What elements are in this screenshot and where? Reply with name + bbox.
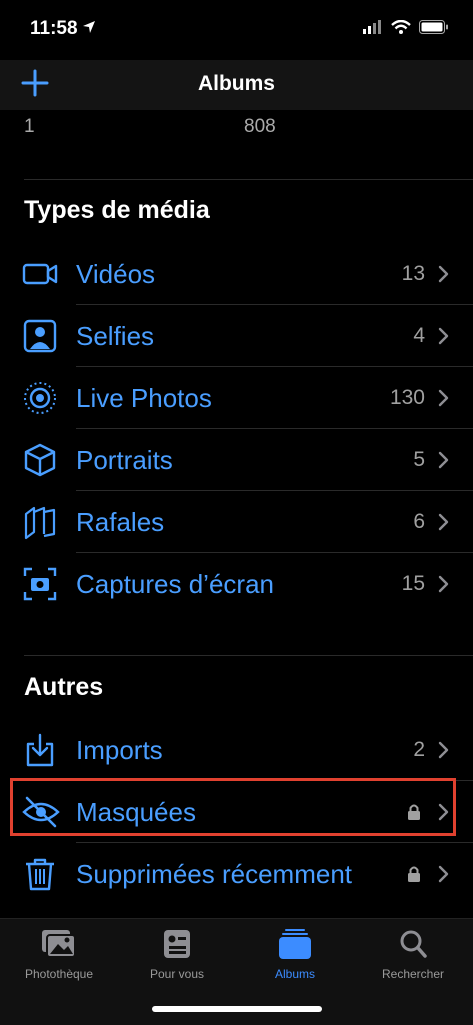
- trash-icon: [22, 856, 58, 892]
- chevron-right-icon: [437, 575, 449, 593]
- list-item-count: 5: [413, 448, 425, 471]
- chevron-right-icon: [437, 865, 449, 883]
- navigation-bar: Albums: [0, 60, 473, 110]
- cube-icon: [22, 442, 58, 478]
- cellular-signal-icon: [363, 20, 383, 39]
- list-item-portraits[interactable]: Portraits 5: [0, 429, 473, 491]
- list-item-count: 2: [413, 738, 425, 761]
- battery-icon: [419, 20, 449, 39]
- import-icon: [22, 732, 58, 768]
- status-time: 11:58: [30, 18, 78, 39]
- albums-icon: [277, 929, 313, 959]
- tab-albums[interactable]: Albums: [236, 929, 354, 989]
- list-item-label: Live Photos: [76, 383, 212, 413]
- album-grid-cutoff: 1 808: [0, 112, 473, 142]
- list-item-imports[interactable]: Imports 2: [0, 719, 473, 781]
- list-item-bursts[interactable]: Rafales 6: [0, 491, 473, 553]
- list-item-videos[interactable]: Vidéos 13: [0, 243, 473, 305]
- tab-search[interactable]: Rechercher: [354, 929, 472, 989]
- home-indicator: [152, 1006, 322, 1012]
- live-photos-icon: [22, 380, 58, 416]
- list-item-count: 13: [401, 262, 425, 285]
- album-count: 1: [24, 116, 35, 137]
- screenshot-icon: [22, 566, 58, 602]
- selfie-icon: [22, 318, 58, 354]
- list-item-label: Imports: [76, 735, 163, 765]
- list-item-count: 130: [389, 386, 425, 409]
- list-item-recently-deleted[interactable]: Supprimées récemment: [0, 843, 473, 905]
- list-item-label: Portraits: [76, 445, 173, 475]
- status-bar: 11:58: [0, 0, 473, 60]
- list-item-label: Selfies: [76, 321, 155, 351]
- burst-icon: [22, 504, 58, 540]
- tab-label: Albums: [274, 967, 315, 981]
- album-count: 808: [244, 116, 276, 137]
- list-item-live-photos[interactable]: Live Photos 130: [0, 367, 473, 429]
- photos-library-icon: [41, 929, 77, 959]
- chevron-right-icon: [437, 741, 449, 759]
- chevron-right-icon: [437, 451, 449, 469]
- chevron-right-icon: [437, 513, 449, 531]
- list-item-label: Vidéos: [76, 259, 156, 289]
- section-divider: [24, 179, 473, 180]
- list-item-count: 4: [413, 324, 425, 347]
- for-you-icon: [159, 929, 195, 959]
- list-item-screenshots[interactable]: Captures d’écran 15: [0, 553, 473, 615]
- video-icon: [22, 256, 58, 292]
- list-item-count: 6: [413, 510, 425, 533]
- tab-library[interactable]: Photothèque: [0, 929, 118, 989]
- page-title: Albums: [197, 72, 275, 95]
- tab-label: Pour vous: [149, 967, 205, 981]
- chevron-right-icon: [437, 389, 449, 407]
- list-item-label: Supprimées récemment: [76, 859, 352, 889]
- list-item-count: 15: [401, 572, 425, 595]
- wifi-icon: [391, 19, 411, 39]
- highlight-box: [10, 778, 456, 836]
- section-title-others: Autres: [24, 673, 104, 701]
- section-title-media-types: Types de média: [24, 196, 210, 224]
- location-arrow-icon: [82, 20, 96, 39]
- list-item-selfies[interactable]: Selfies 4: [0, 305, 473, 367]
- search-icon: [395, 929, 431, 959]
- chevron-right-icon: [437, 327, 449, 345]
- section-divider: [24, 655, 473, 656]
- tab-for-you[interactable]: Pour vous: [118, 929, 236, 989]
- chevron-right-icon: [437, 265, 449, 283]
- lock-icon: [407, 865, 421, 883]
- tab-label: Rechercher: [381, 967, 445, 981]
- list-item-label: Rafales: [76, 507, 165, 537]
- list-item-label: Captures d’écran: [76, 569, 274, 599]
- tab-label: Photothèque: [24, 967, 94, 981]
